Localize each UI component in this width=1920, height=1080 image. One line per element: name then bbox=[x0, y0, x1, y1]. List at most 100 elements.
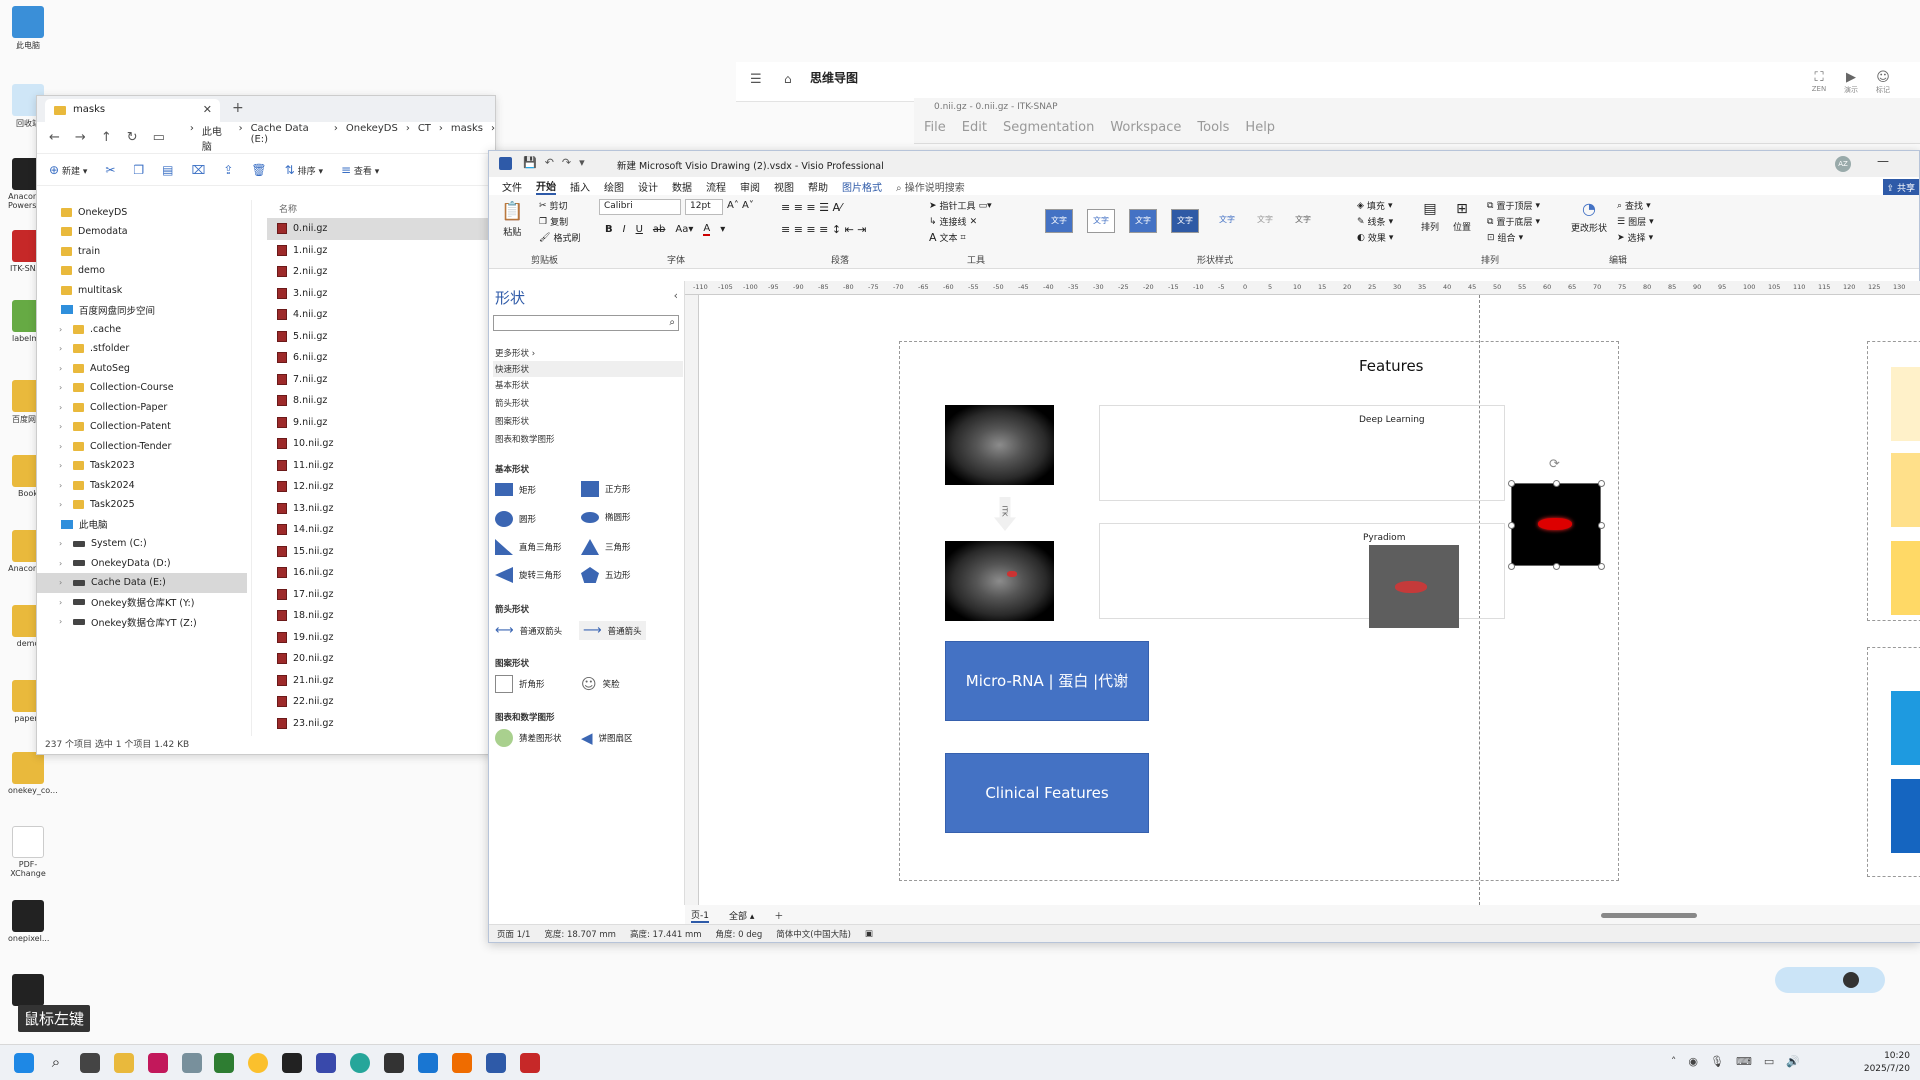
nav-item[interactable]: Demodata bbox=[37, 222, 247, 242]
tab-review[interactable]: 审阅 bbox=[740, 179, 760, 194]
crumb-masks[interactable]: masks bbox=[451, 123, 483, 153]
up-icon[interactable]: ↑ bbox=[101, 130, 112, 145]
quick-access-toolbar[interactable]: 💾↶↷▾ bbox=[523, 156, 593, 169]
shape-pie-sector[interactable]: ◀ 饼图扇区 bbox=[581, 729, 633, 747]
side-shape[interactable] bbox=[1891, 367, 1920, 441]
file-row[interactable]: 16.nii.gz bbox=[267, 562, 497, 584]
menu-help[interactable]: Help bbox=[1245, 120, 1275, 135]
chevron-up-icon[interactable]: ˄ bbox=[1671, 1055, 1677, 1068]
file-row[interactable]: 1.nii.gz bbox=[267, 240, 497, 262]
shape-circle[interactable]: 圆形 bbox=[495, 511, 536, 527]
delete-icon[interactable]: 🗑 bbox=[251, 163, 266, 177]
chevron-right-icon[interactable]: › bbox=[59, 578, 67, 587]
windows-start-icon[interactable] bbox=[14, 1053, 34, 1073]
visio-icon[interactable] bbox=[486, 1053, 506, 1073]
file-row[interactable]: 8.nii.gz bbox=[267, 390, 497, 412]
console-icon[interactable] bbox=[384, 1053, 404, 1073]
shape-folded-corner[interactable]: 折角形 bbox=[495, 675, 545, 693]
connector-button[interactable]: ↳ 连接线 ✕ bbox=[929, 215, 977, 229]
paste-button[interactable]: 📋 粘贴 bbox=[501, 201, 523, 238]
menu-icon[interactable]: ☰ bbox=[750, 72, 762, 87]
chevron-right-icon[interactable]: › bbox=[59, 442, 67, 451]
new-button[interactable]: ⊕ 新建 ▾ bbox=[49, 163, 87, 177]
file-row[interactable]: 5.nii.gz bbox=[267, 326, 497, 348]
tab-file[interactable]: 文件 bbox=[502, 179, 522, 194]
file-row[interactable]: 22.nii.gz bbox=[267, 691, 497, 713]
minimize-icon[interactable]: — bbox=[1877, 154, 1889, 168]
nav-item[interactable]: › Task2024 bbox=[37, 475, 247, 495]
desktop-icon-computer[interactable]: 此电脑 bbox=[8, 6, 48, 51]
features-title[interactable]: Features bbox=[1359, 357, 1424, 375]
shape-pentagon[interactable]: 五边形 bbox=[581, 567, 631, 583]
ct-image-original[interactable] bbox=[945, 405, 1054, 485]
file-row[interactable]: 11.nii.gz bbox=[267, 455, 497, 477]
menu-workspace[interactable]: Workspace bbox=[1110, 120, 1181, 135]
tell-me-search[interactable]: ⌕ 操作说明搜索 bbox=[896, 179, 965, 194]
resize-handle[interactable] bbox=[1598, 563, 1605, 570]
terminal-icon[interactable] bbox=[282, 1053, 302, 1073]
macro-icon[interactable]: ▣ bbox=[865, 929, 873, 939]
chevron-right-icon[interactable]: › bbox=[59, 364, 67, 373]
nav-item[interactable]: › .stfolder bbox=[37, 339, 247, 359]
line-button[interactable]: ✎ 线条 ▾ bbox=[1357, 215, 1393, 229]
shapes-search-input[interactable]: ⌕ bbox=[493, 315, 679, 331]
file-row[interactable]: 2.nii.gz bbox=[267, 261, 497, 283]
shape-square[interactable]: 正方形 bbox=[581, 481, 631, 497]
resize-handle[interactable] bbox=[1598, 480, 1605, 487]
nav-item[interactable]: › Collection-Course bbox=[37, 378, 247, 398]
resize-handle[interactable] bbox=[1508, 480, 1515, 487]
chevron-right-icon[interactable]: › bbox=[59, 617, 67, 626]
paragraph-buttons-bottom[interactable]: ≡ ≡ ≡ ≡ ↕ ⇤ ⇥ bbox=[781, 223, 867, 236]
file-row[interactable]: 18.nii.gz bbox=[267, 605, 497, 627]
layers-button[interactable]: ☰ 图层 ▾ bbox=[1617, 215, 1654, 229]
status-page[interactable]: 页面 1/1 bbox=[497, 928, 530, 940]
chevron-right-icon[interactable]: › bbox=[59, 461, 67, 470]
chevron-right-icon[interactable]: › bbox=[59, 559, 67, 568]
tumor-image-gray[interactable] bbox=[1369, 545, 1459, 628]
back-icon[interactable]: ← bbox=[49, 130, 60, 145]
copy-button[interactable]: ❐ 复制 bbox=[539, 215, 568, 229]
nav-item[interactable]: 此电脑 bbox=[37, 514, 247, 534]
tumor-image-selected[interactable] bbox=[1511, 483, 1601, 566]
resize-handle[interactable] bbox=[1553, 563, 1560, 570]
chevron-right-icon[interactable]: › bbox=[59, 500, 67, 509]
tab-picture-format[interactable]: 图片格式 bbox=[842, 179, 882, 194]
rename-icon[interactable]: ⌧ bbox=[192, 163, 206, 177]
ct-image-segmented[interactable] bbox=[945, 541, 1054, 621]
cut-icon[interactable]: ✂ bbox=[105, 163, 115, 177]
pointer-tool-button[interactable]: ➤ 指针工具 ▭▾ bbox=[929, 199, 992, 213]
edge-icon[interactable] bbox=[350, 1053, 370, 1073]
chevron-right-icon[interactable]: › bbox=[59, 325, 67, 334]
crumb-ct[interactable]: CT bbox=[418, 123, 431, 153]
paragraph-buttons-top[interactable]: ≡ ≡ ≡ ☰ A⁄ bbox=[781, 201, 842, 214]
copy-icon[interactable]: ❐ bbox=[133, 163, 144, 177]
font-format-buttons[interactable]: B I Uab Aa▾ A ▾ bbox=[605, 223, 725, 236]
taskbar-clock[interactable]: 10:20 2025/7/20 bbox=[1864, 1050, 1910, 1076]
side-shape[interactable] bbox=[1891, 691, 1920, 765]
keyboard-icon[interactable]: ⌨ bbox=[1736, 1055, 1752, 1068]
deep-learning-box[interactable] bbox=[1099, 405, 1505, 501]
file-row[interactable]: 9.nii.gz bbox=[267, 412, 497, 434]
fill-button[interactable]: ◈ 填充 ▾ bbox=[1357, 199, 1392, 213]
shape-rectangle[interactable]: 矩形 bbox=[495, 483, 536, 496]
chevron-right-icon[interactable]: › bbox=[59, 403, 67, 412]
tab-process[interactable]: 流程 bbox=[706, 179, 726, 194]
shape-style-3[interactable]: 文字 bbox=[1129, 209, 1157, 233]
cut-button[interactable]: ✂ 剪切 bbox=[539, 199, 568, 213]
file-row[interactable]: 10.nii.gz bbox=[267, 433, 497, 455]
column-header-name[interactable]: 名称 bbox=[267, 200, 497, 218]
shape-chart-1[interactable]: 猜差图形状 bbox=[495, 729, 562, 747]
nav-item[interactable]: 百度网盘同步空间 bbox=[37, 300, 247, 320]
nav-item[interactable]: › Task2023 bbox=[37, 456, 247, 476]
avatar[interactable]: AZ bbox=[1835, 156, 1851, 172]
crumb-this-pc[interactable]: 此电脑 bbox=[202, 123, 231, 153]
more-shapes-link[interactable]: 更多形状 › bbox=[495, 347, 535, 359]
present-button[interactable]: ▶ 演示 bbox=[1836, 70, 1866, 95]
quick-shapes-item[interactable]: 快速形状 bbox=[493, 361, 683, 377]
task-view-icon[interactable] bbox=[80, 1053, 100, 1073]
shape-style-1[interactable]: 文字 bbox=[1045, 209, 1073, 233]
arrange-button[interactable]: ▤ 排列 bbox=[1421, 201, 1439, 233]
menu-segmentation[interactable]: Segmentation bbox=[1003, 120, 1094, 135]
nav-item[interactable]: › .cache bbox=[37, 319, 247, 339]
resize-handle[interactable] bbox=[1508, 522, 1515, 529]
